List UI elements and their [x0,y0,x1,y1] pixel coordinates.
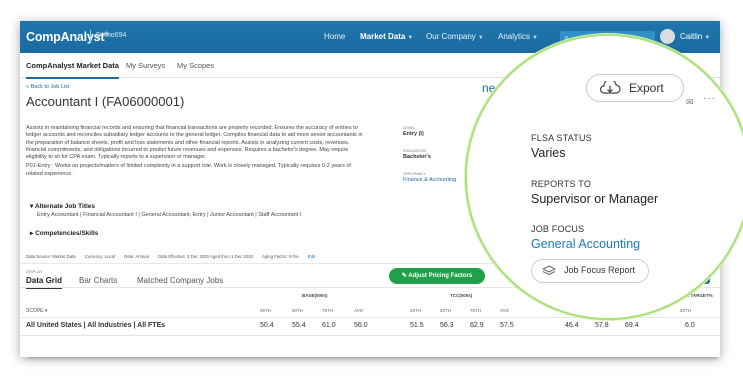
table-cell: 57.8 [595,322,609,329]
col-header[interactable]: 25TH [260,308,271,313]
reports-to-label: REPORTS TO [531,179,592,189]
table-cell: 55.4 [292,322,306,329]
col-header[interactable]: 50TH [440,308,451,313]
table-cell: 62.9 [470,322,484,329]
job-focus-link[interactable]: General Accounting [531,237,640,251]
level-value: Entry (I) [403,131,424,137]
education-value: Bachelor's [403,154,431,160]
job-description: Assists in maintaining financial records… [26,125,368,180]
chevron-down-icon: ▼ [407,35,414,41]
nav-market-data[interactable]: Market Data ▼ [360,32,413,41]
chevron-down-icon: ▼ [704,35,711,41]
group-header-tcc: TCC(000s) [450,293,473,298]
mail-icon[interactable]: ✉ [686,97,694,108]
nav-home[interactable]: Home [324,32,345,41]
data-info-bar: Data Source: Market Data Currency: Local… [26,254,323,259]
currency: Currency: Local [84,254,115,259]
tab-matched-company-jobs[interactable]: Matched Company Jobs [137,276,223,285]
flsa-status-value: Varies [531,146,566,160]
level-label: LEVEL [403,125,416,130]
cloud-download-icon [599,81,621,94]
data-effective: Data Effective: 3 Dec 2020 Aged from 1 D… [158,254,253,259]
grid-row-border [20,335,720,336]
adjust-pricing-factors-button[interactable]: ✎ Adjust Pricing Factors [389,268,485,284]
job-focus-label: JOB FOCUS [531,224,585,234]
col-header[interactable]: 25TH [410,308,421,313]
more-options-icon[interactable]: ··· [703,93,716,104]
job-focus-report-button[interactable]: Job Focus Report [531,259,649,283]
scope-column-header[interactable]: SCOPE ▾ [26,308,47,314]
col-header[interactable]: 75TH [470,308,481,313]
competencies-heading[interactable]: ▸ Competencies/Skills [30,229,98,237]
education-label: EDUCATION [403,148,427,153]
page-title: Accountant I (FA06000001) [26,94,185,109]
aging-factor: Aging Factor: 0.0% [261,254,299,259]
rate: Rate: Annual [124,254,149,259]
alternate-titles-heading[interactable]: ▾ Alternate Job Titles [30,202,95,210]
job-family-label: JOB FAMILY [403,171,426,176]
tab-market-data[interactable]: CompAnalyst Market Data [26,61,119,79]
alternate-titles-list: Entry Accountant | Financial Accountant … [37,212,302,218]
col-header[interactable]: 75TH [322,308,333,313]
table-cell: 56.0 [354,322,368,329]
tab-bar-charts[interactable]: Bar Charts [79,276,117,285]
table-cell: 6.0 [685,322,695,329]
nav-our-company[interactable]: Our Company ▼ [426,32,484,41]
chevron-down-icon: ▼ [477,35,484,41]
layers-icon [542,265,556,276]
table-cell: 69.4 [625,322,639,329]
col-header[interactable]: 50TH [680,308,691,313]
nav-analytics[interactable]: Analytics ▼ [498,32,538,41]
data-source: Data Source: Market Data [26,254,76,259]
edit-link[interactable]: Edit [308,254,315,259]
client-name: Demo694 [96,32,127,39]
card-shadow [28,357,718,361]
group-header-base: BASE(000s) [302,293,328,298]
table-cell: 50.4 [260,322,274,329]
avatar[interactable] [660,29,675,44]
display-label: DISPLAY [26,269,43,274]
col-header[interactable]: AVG [354,308,363,313]
job-description-text: Assists in maintaining financial records… [26,125,363,161]
tab-my-scopes[interactable]: My Scopes [177,61,214,70]
table-cell: 46.4 [565,322,579,329]
table-cell: 51.5 [410,322,424,329]
tab-my-surveys[interactable]: My Surveys [126,61,165,70]
table-row-scope[interactable]: All United States | All Industries | All… [26,322,165,329]
reports-to-value: Supervisor or Manager [531,192,659,206]
flsa-status-label: FLSA STATUS [531,133,592,143]
job-family-link[interactable]: Finance & Accounting [403,177,456,183]
job-level-text: P01-Entry : Works on projects/matters of… [26,163,351,177]
table-cell: 57.5 [500,322,514,329]
logo-divider [90,30,91,43]
chevron-down-icon: ▼ [532,35,538,41]
user-menu[interactable]: Caitlin ▼ [680,32,710,41]
tab-data-grid[interactable]: Data Grid [26,276,63,289]
table-cell: 61.0 [322,322,336,329]
col-header[interactable]: 50TH [292,308,303,313]
chevron-down-icon: ▾ [44,308,48,314]
back-to-job-list-link[interactable]: « Back to Job List [26,84,69,90]
col-header[interactable]: AVG [500,308,509,313]
export-button[interactable]: Export [586,74,684,102]
table-cell: 56.3 [440,322,454,329]
pencil-icon: ✎ [401,273,407,279]
